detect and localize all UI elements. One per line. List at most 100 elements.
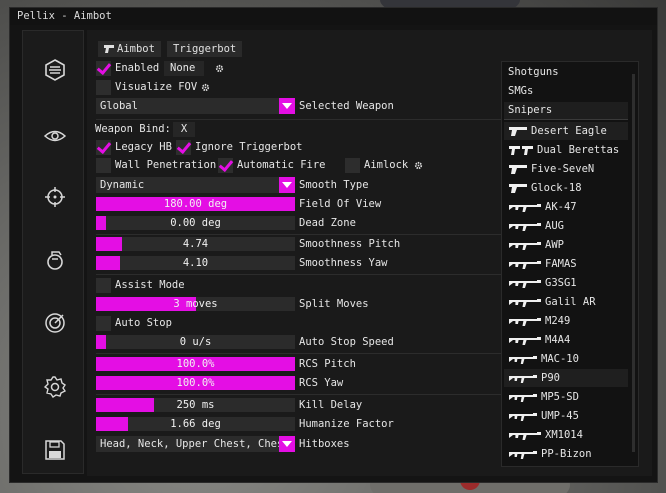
selected-weapon-combo[interactable]: Global <box>96 98 295 114</box>
smoothness-pitch-label: Smoothness Pitch <box>299 238 401 250</box>
gun-icon <box>509 299 541 307</box>
gun-icon <box>509 146 533 155</box>
smoothness-pitch-slider[interactable]: 4.74 <box>96 237 295 251</box>
weapon-item[interactable]: MAC-10 <box>504 350 628 368</box>
gear-icon[interactable] <box>201 83 210 92</box>
gear-icon[interactable] <box>215 64 224 73</box>
gear-icon[interactable] <box>414 161 423 170</box>
visualize-fov-label: Visualize FOV <box>115 81 198 93</box>
ignore-triggerbot-checkbox[interactable] <box>176 140 191 155</box>
hexagon-icon[interactable] <box>44 59 66 81</box>
automatic-fire-label: Automatic Fire <box>237 159 326 171</box>
hitboxes-value: Head, Neck, Upper Chest, Chest <box>100 438 290 450</box>
weapon-item[interactable]: P90 <box>504 369 628 387</box>
slider-value: 180.00 deg <box>163 198 228 210</box>
gun-icon <box>509 432 541 440</box>
humanize-factor-slider[interactable]: 1.66 deg <box>96 417 295 431</box>
chevron-down-icon <box>279 436 295 452</box>
weapon-item[interactable]: Galil AR <box>504 293 628 311</box>
tab-aimbot[interactable]: Aimbot <box>98 41 161 57</box>
weapon-item[interactable]: M4A4 <box>504 331 628 349</box>
slider-value: 4.10 <box>182 257 209 269</box>
save-icon[interactable] <box>44 439 66 461</box>
wall-penetration-checkbox[interactable] <box>96 158 111 173</box>
gun-icon <box>509 204 541 212</box>
weapon-category-shotguns[interactable]: Shotguns <box>504 64 628 81</box>
dead-zone-slider[interactable]: 0.00 deg <box>96 216 295 230</box>
visualize-fov-checkbox[interactable] <box>96 80 111 95</box>
slider-value: 250 ms <box>176 399 215 411</box>
weapon-name: MAC-10 <box>541 353 579 365</box>
selected-weapon-value: Global <box>100 100 138 112</box>
window-title[interactable]: Pellix - Aimbot <box>10 8 657 25</box>
gun-icon <box>509 165 527 174</box>
smoothness-yaw-slider[interactable]: 4.10 <box>96 256 295 270</box>
rcs-pitch-slider[interactable]: 100.0% <box>96 357 295 371</box>
legacy-hb-label: Legacy HB <box>115 141 172 153</box>
humanize-factor-label: Humanize Factor <box>299 418 394 430</box>
weapon-bind-key[interactable]: X <box>173 122 195 137</box>
auto-stop-checkbox[interactable] <box>96 316 111 331</box>
smooth-type-value: Dynamic <box>100 179 145 191</box>
crosshair-icon[interactable] <box>44 186 66 208</box>
tab-aimbot-label: Aimbot <box>117 43 155 55</box>
target-icon[interactable] <box>44 312 66 334</box>
gun-icon <box>509 413 537 421</box>
chevron-down-icon <box>279 98 295 114</box>
weapon-item[interactable]: MP5-SD <box>504 388 628 406</box>
divider <box>96 353 503 354</box>
smooth-type-combo[interactable]: Dynamic <box>96 177 295 193</box>
split-moves-slider[interactable]: 3 moves <box>96 297 295 311</box>
tab-triggerbot[interactable]: Triggerbot <box>167 41 243 57</box>
aimlock-checkbox[interactable] <box>345 158 360 173</box>
gear-icon[interactable] <box>44 376 66 398</box>
weapon-item[interactable]: Desert Eagle <box>504 122 628 140</box>
kill-delay-label: Kill Delay <box>299 399 363 411</box>
aimlock-label: Aimlock <box>364 159 409 171</box>
scrollbar[interactable] <box>632 74 635 452</box>
eye-icon[interactable] <box>44 125 66 147</box>
weapon-name: Dual Berettas <box>537 144 620 156</box>
kill-delay-slider[interactable]: 250 ms <box>96 398 295 412</box>
weapon-item[interactable]: Dual Berettas <box>504 141 628 159</box>
weapon-item[interactable]: M249 <box>504 312 628 330</box>
automatic-fire-checkbox[interactable] <box>218 158 233 173</box>
weapon-item[interactable]: FAMAS <box>504 255 628 273</box>
auto-stop-speed-slider[interactable]: 0 u/s <box>96 335 295 349</box>
assist-mode-checkbox[interactable] <box>96 278 111 293</box>
pistol-icon <box>104 45 114 53</box>
weapon-category-snipers[interactable]: Snipers <box>504 102 628 119</box>
slider-value: 100.0% <box>176 377 215 389</box>
enabled-keybind[interactable]: None <box>164 61 204 76</box>
weapon-name: M4A4 <box>545 334 571 346</box>
weapon-category-smgs[interactable]: SMGs <box>504 83 628 100</box>
weapon-item[interactable]: XM1014 <box>504 426 628 444</box>
legacy-hb-checkbox[interactable] <box>96 140 111 155</box>
slider-value: 0.00 deg <box>170 217 221 229</box>
weapon-item[interactable]: UMP-45 <box>504 407 628 425</box>
weapon-item[interactable]: AK-47 <box>504 198 628 216</box>
weapon-name: PP-Bizon <box>541 448 592 460</box>
slider-value: 1.66 deg <box>170 418 221 430</box>
dead-zone-label: Dead Zone <box>299 217 356 229</box>
weapon-item[interactable]: Glock-18 <box>504 179 628 197</box>
rcs-yaw-slider[interactable]: 100.0% <box>96 376 295 390</box>
grenade-icon[interactable] <box>44 249 66 271</box>
weapon-name: Desert Eagle <box>531 125 607 137</box>
hitboxes-combo[interactable]: Head, Neck, Upper Chest, Chest <box>96 436 295 452</box>
gun-icon <box>509 337 541 345</box>
weapon-item[interactable]: AUG <box>504 217 628 235</box>
hitboxes-label: Hitboxes <box>299 438 350 450</box>
chevron-down-icon <box>279 177 295 193</box>
weapon-item[interactable]: PP-Bizon <box>504 445 628 463</box>
fov-slider[interactable]: 180.00 deg <box>96 197 295 211</box>
weapon-item[interactable]: G3SG1 <box>504 274 628 292</box>
gun-icon <box>509 280 541 288</box>
weapon-bind-label: Weapon Bind: <box>95 123 171 135</box>
weapon-item[interactable]: AWP <box>504 236 628 254</box>
fov-label: Field Of View <box>299 198 382 210</box>
assist-mode-label: Assist Mode <box>115 279 185 291</box>
weapon-name: UMP-45 <box>541 410 579 422</box>
weapon-item[interactable]: Five-SeveN <box>504 160 628 178</box>
enabled-checkbox[interactable] <box>96 61 111 76</box>
